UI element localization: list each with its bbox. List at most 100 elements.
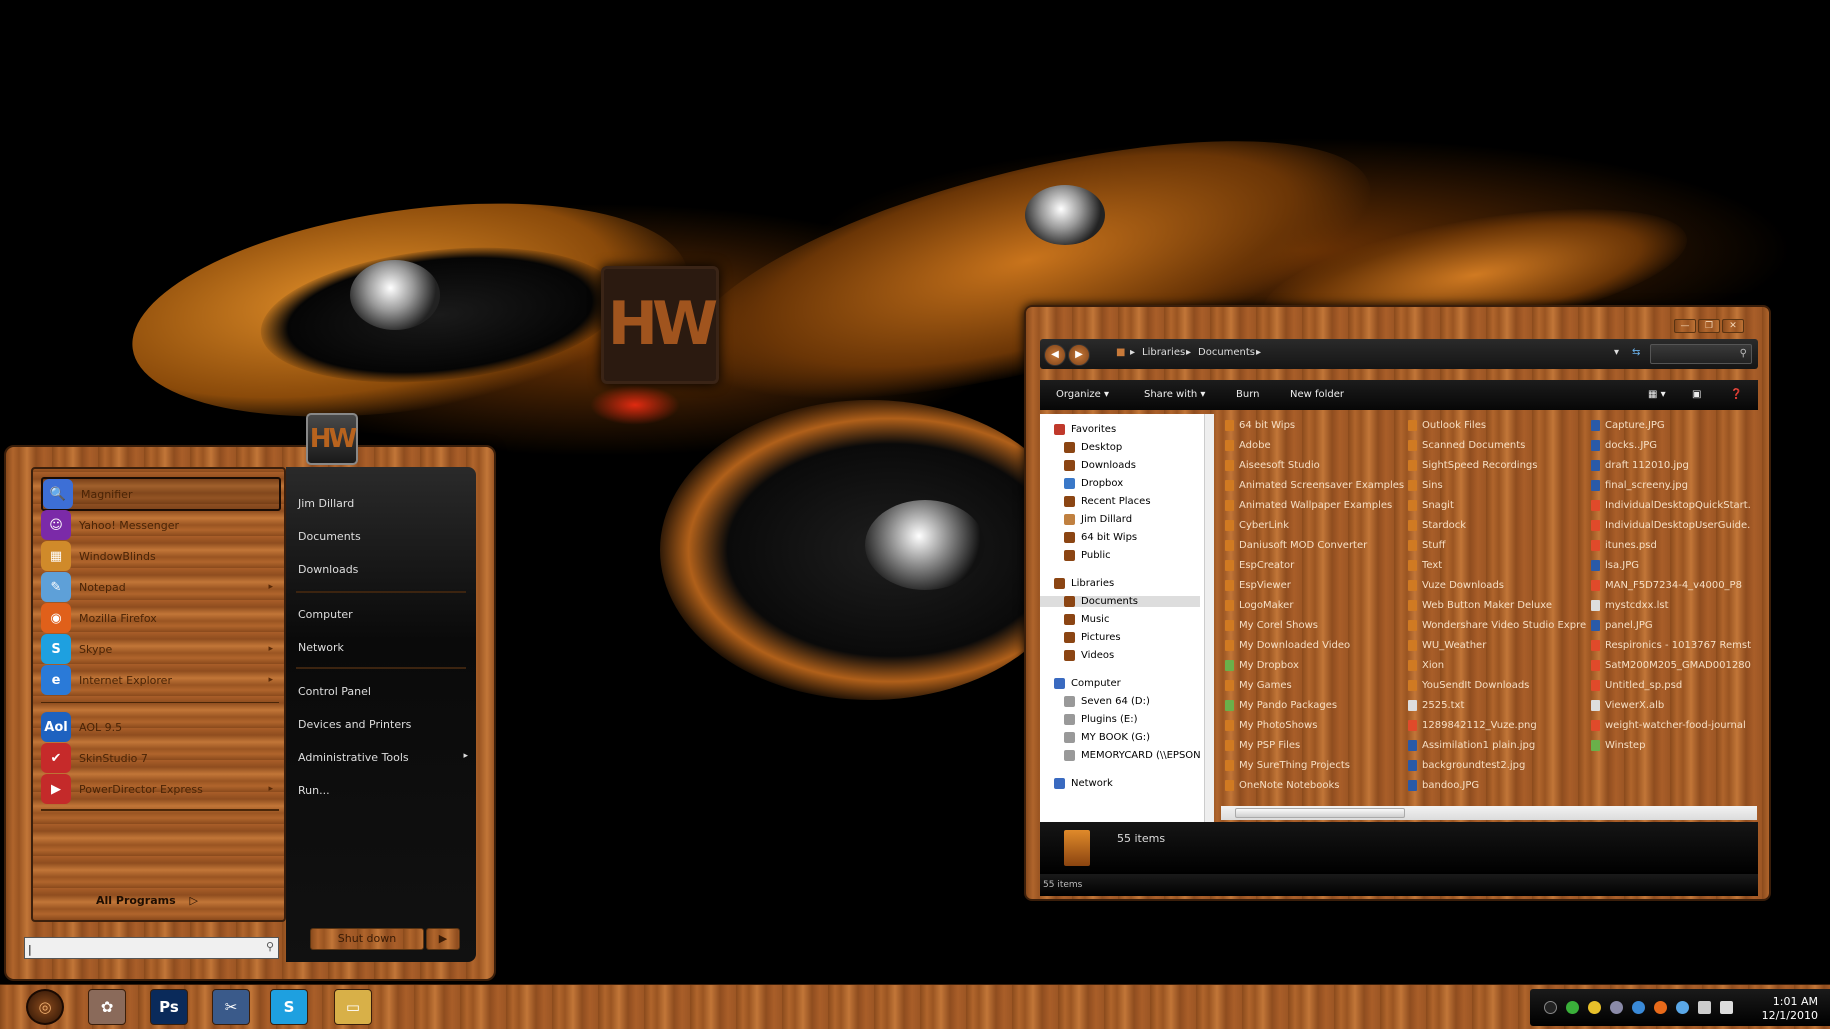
close-button[interactable]: ✕	[1722, 319, 1744, 333]
file-item[interactable]: Animated Screensaver Examples	[1225, 480, 1405, 491]
file-item[interactable]: Adobe	[1225, 440, 1405, 451]
back-button[interactable]: ◀	[1044, 344, 1066, 366]
file-item[interactable]: Wondershare Video Studio Express	[1408, 620, 1586, 631]
nav-item-downloads[interactable]: Downloads	[1064, 460, 1136, 471]
file-item[interactable]: 2525.txt	[1408, 700, 1586, 711]
file-item[interactable]: Outlook Files	[1408, 420, 1586, 431]
file-item[interactable]: SightSpeed Recordings	[1408, 460, 1586, 471]
nav-item-recent-places[interactable]: Recent Places	[1064, 496, 1151, 507]
file-item[interactable]: My PhotoShows	[1225, 720, 1405, 731]
start-link-network[interactable]: Network	[298, 641, 468, 654]
dropdown-icon[interactable]: ▾	[1614, 347, 1619, 358]
start-link-run[interactable]: Run...	[298, 784, 468, 797]
view-options-icon[interactable]: ▦ ▾	[1648, 389, 1666, 400]
file-item[interactable]: ViewerX.alb	[1591, 700, 1756, 711]
file-item[interactable]: final_screeny.jpg	[1591, 480, 1756, 491]
file-item[interactable]: Web Button Maker Deluxe	[1408, 600, 1586, 611]
nav-item-pictures[interactable]: Pictures	[1064, 632, 1121, 643]
file-item[interactable]: Respironics - 1013767 Remst	[1591, 640, 1756, 651]
program-item[interactable]: ✎ Notepad ▸	[41, 570, 281, 604]
file-item[interactable]: Vuze Downloads	[1408, 580, 1586, 591]
network-icon[interactable]	[1698, 1001, 1711, 1014]
nav-item-jim-dillard[interactable]: Jim Dillard	[1064, 514, 1132, 525]
nav-item-public[interactable]: Public	[1064, 550, 1111, 561]
program-item[interactable]: 🔍 Magnifier	[41, 477, 281, 511]
file-item[interactable]: Xion	[1408, 660, 1586, 671]
file-item[interactable]: 1289842112_Vuze.png	[1408, 720, 1586, 731]
file-item[interactable]: Untitled_sp.psd	[1591, 680, 1756, 691]
start-link-computer[interactable]: Computer	[298, 608, 468, 621]
file-item[interactable]: Snagit	[1408, 500, 1586, 511]
nav-item-libraries[interactable]: Libraries	[1054, 578, 1114, 589]
program-item[interactable]: S Skype ▸	[41, 632, 281, 666]
refresh-icon[interactable]: ⇆	[1632, 347, 1640, 358]
photoshop-icon[interactable]: Ps	[150, 989, 188, 1025]
file-item[interactable]: EspCreator	[1225, 560, 1405, 571]
file-item[interactable]: weight-watcher-food-journal	[1591, 720, 1756, 731]
program-item[interactable]: Aol AOL 9.5	[41, 710, 281, 744]
file-item[interactable]: IndividualDesktopQuickStart.	[1591, 500, 1756, 511]
file-item[interactable]: IndividualDesktopUserGuide.	[1591, 520, 1756, 531]
nav-item-desktop[interactable]: Desktop	[1064, 442, 1122, 453]
program-item[interactable]: ☺ Yahoo! Messenger	[41, 508, 281, 542]
file-item[interactable]: panel.JPG	[1591, 620, 1756, 631]
nav-item-dropbox[interactable]: Dropbox	[1064, 478, 1123, 489]
search-input[interactable]: ⚲	[1650, 344, 1752, 364]
nav-item-network[interactable]: Network	[1054, 778, 1113, 789]
file-item[interactable]: My Games	[1225, 680, 1405, 691]
file-item[interactable]: Daniusoft MOD Converter	[1225, 540, 1405, 551]
nav-item-seven-64-d[interactable]: Seven 64 (D:)	[1064, 696, 1150, 707]
breadcrumb-libraries[interactable]: Libraries	[1142, 347, 1185, 358]
search-icon[interactable]: ⚲	[266, 940, 274, 953]
file-item[interactable]: LogoMaker	[1225, 600, 1405, 611]
start-link-jim-dillard[interactable]: Jim Dillard	[298, 497, 468, 510]
nav-item-plugins-e[interactable]: Plugins (E:)	[1064, 714, 1138, 725]
tray-icon[interactable]	[1566, 1001, 1579, 1014]
maximize-button[interactable]: ❐	[1698, 319, 1720, 333]
file-item[interactable]: CyberLink	[1225, 520, 1405, 531]
paint-icon[interactable]: ✿	[88, 989, 126, 1025]
start-orb[interactable]: ◎	[26, 989, 64, 1025]
file-item[interactable]: Sins	[1408, 480, 1586, 491]
breadcrumb-documents[interactable]: Documents	[1198, 347, 1255, 358]
nav-item-documents[interactable]: Documents	[1040, 596, 1200, 607]
tools-icon[interactable]: ✂	[212, 989, 250, 1025]
file-item[interactable]: OneNote Notebooks	[1225, 780, 1405, 791]
help-icon[interactable]: ❓	[1730, 389, 1742, 400]
skype-icon[interactable]: S	[270, 989, 308, 1025]
volume-icon[interactable]	[1720, 1001, 1733, 1014]
file-item[interactable]: Capture.JPG	[1591, 420, 1756, 431]
user-picture[interactable]: HW	[306, 413, 358, 465]
start-link-devices-and-printers[interactable]: Devices and Printers	[298, 718, 468, 731]
file-item[interactable]: itunes.psd	[1591, 540, 1756, 551]
nav-item-64-bit-wips[interactable]: 64 bit Wips	[1064, 532, 1137, 543]
file-item[interactable]: WU_Weather	[1408, 640, 1586, 651]
program-item[interactable]: ◉ Mozilla Firefox	[41, 601, 281, 635]
horizontal-scrollbar[interactable]	[1221, 806, 1757, 820]
folder-icon[interactable]: ▭	[334, 989, 372, 1025]
program-item[interactable]: ✔ SkinStudio 7	[41, 741, 281, 775]
tray-icon[interactable]	[1632, 1001, 1645, 1014]
program-item[interactable]: e Internet Explorer ▸	[41, 663, 281, 697]
file-item[interactable]: Aiseesoft Studio	[1225, 460, 1405, 471]
file-item[interactable]: My PSP Files	[1225, 740, 1405, 751]
preview-pane-icon[interactable]: ▣	[1692, 389, 1701, 400]
nav-item-computer[interactable]: Computer	[1054, 678, 1121, 689]
file-item[interactable]: YouSendIt Downloads	[1408, 680, 1586, 691]
nav-item-memorycard-epson[interactable]: MEMORYCARD (\\EPSON	[1064, 750, 1201, 761]
burn-button[interactable]: Burn	[1236, 389, 1259, 400]
file-item[interactable]: Scanned Documents	[1408, 440, 1586, 451]
file-item[interactable]: My Corel Shows	[1225, 620, 1405, 631]
file-item[interactable]: backgroundtest2.jpg	[1408, 760, 1586, 771]
file-item[interactable]: 64 bit Wips	[1225, 420, 1405, 431]
program-item[interactable]: ▶ PowerDirector Express ▸	[41, 772, 281, 806]
file-item[interactable]: My Pando Packages	[1225, 700, 1405, 711]
tray-icon[interactable]	[1676, 1001, 1689, 1014]
shutdown-button[interactable]: Shut down	[310, 928, 424, 950]
tray-icon[interactable]	[1610, 1001, 1623, 1014]
start-link-documents[interactable]: Documents	[298, 530, 468, 543]
scroll-thumb[interactable]	[1235, 808, 1405, 818]
file-item[interactable]: Stuff	[1408, 540, 1586, 551]
share-with-button[interactable]: Share with ▾	[1144, 389, 1205, 400]
tray-icon[interactable]	[1544, 1001, 1557, 1014]
